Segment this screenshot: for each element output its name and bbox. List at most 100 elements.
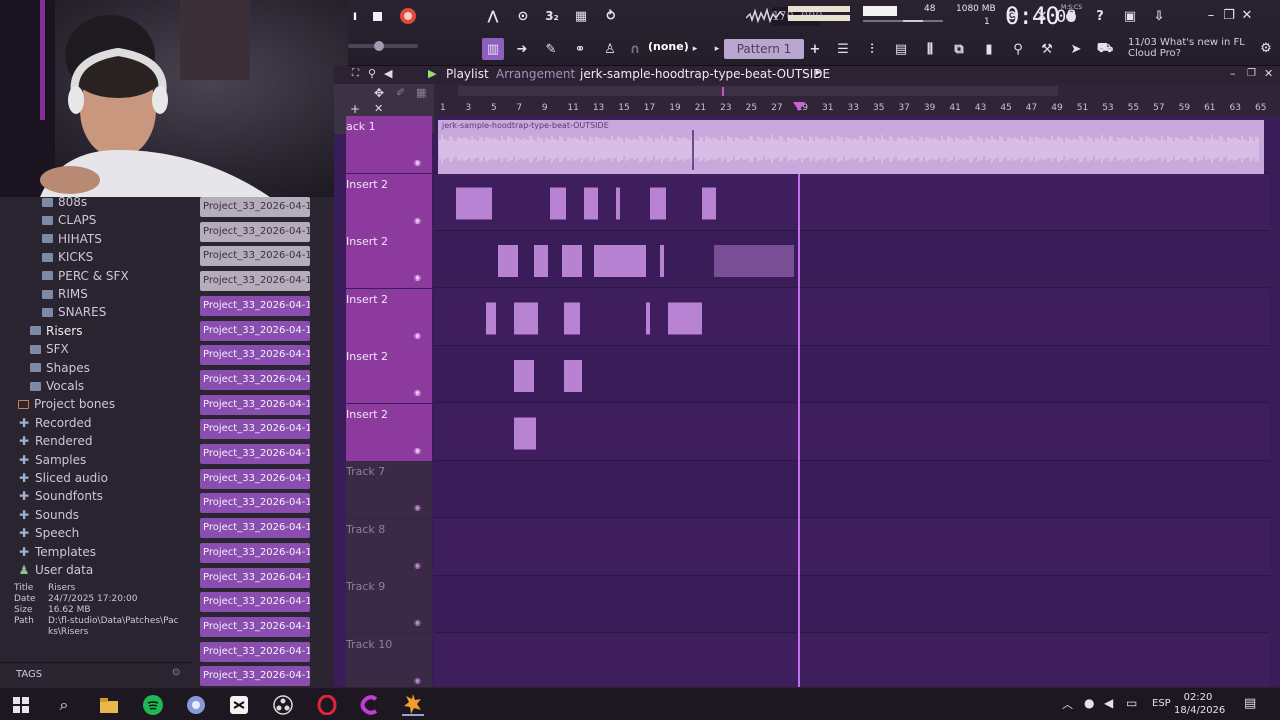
sample-clip[interactable] <box>550 187 566 220</box>
track-select-icon[interactable]: ◉ <box>414 216 421 225</box>
countdown-icon[interactable]: 3₂ <box>540 6 564 26</box>
browser-icon[interactable]: ⧉ <box>948 38 970 60</box>
tools-icon[interactable]: ✕ <box>1032 6 1052 26</box>
export-icon[interactable]: ⇩ <box>1149 6 1169 26</box>
play-icon[interactable]: ▶ <box>428 67 436 80</box>
recent-file-item[interactable]: Project_33_2026-04-18... <box>200 320 310 341</box>
browser-item[interactable]: ✚ Sliced audio <box>18 471 108 485</box>
playlist-restore-icon[interactable]: ❐ <box>1247 68 1256 79</box>
browser-item[interactable]: RIMS <box>42 287 88 301</box>
windows-start-icon[interactable] <box>10 694 32 716</box>
browser-item[interactable]: Project bones <box>18 397 115 411</box>
master-pitch-slider[interactable] <box>348 41 418 51</box>
tray-mic-icon[interactable]: ● <box>1084 696 1094 710</box>
recent-file-item[interactable]: Project_33_2026-04-18... <box>200 518 310 539</box>
grid-tool-icon[interactable]: ▦ <box>416 86 426 99</box>
track-header[interactable]: Insert 2 ◉ <box>346 288 432 346</box>
browser-item[interactable]: ✚ Samples <box>18 453 86 467</box>
save-icon[interactable]: ▣ <box>1120 6 1140 26</box>
sample-clip[interactable] <box>594 245 646 277</box>
browser-item[interactable]: ✚ Templates <box>18 545 96 559</box>
microphone-icon[interactable]: ● <box>1061 6 1081 26</box>
browser-item[interactable]: ✚ Rendered <box>18 434 93 448</box>
track-select-icon[interactable]: ◉ <box>414 158 421 167</box>
sample-clip[interactable] <box>714 245 794 277</box>
track-select-icon[interactable]: ◉ <box>414 676 421 685</box>
tags-bar[interactable]: TAGS ⊙ <box>0 662 192 687</box>
spotify-icon[interactable] <box>142 694 164 716</box>
sample-clip[interactable] <box>514 302 538 335</box>
track-header[interactable]: Insert 2 ◉ <box>346 403 432 461</box>
stop-button[interactable] <box>368 8 386 24</box>
track-header[interactable]: Insert 2 ◉ <box>346 231 432 288</box>
track-select-icon[interactable]: ◉ <box>414 561 421 570</box>
sample-clip[interactable] <box>562 245 582 277</box>
recent-file-item[interactable]: Project_33_2026-04-18... <box>200 345 310 366</box>
recent-file-item[interactable]: Project_33_2026-04-18... <box>200 369 310 390</box>
file-explorer-icon[interactable] <box>98 694 120 716</box>
playlist-lanes[interactable]: jerk-sample-hoodtrap-type-beat-OUTSIDE <box>434 116 1280 691</box>
timeline-ruler[interactable]: 1 3 5 7 9 11 13 15 17 19 21 23 25 27 29 31 33 35 37 39 41 43 4… <box>434 84 1280 116</box>
stamp-icon[interactable]: ♙ <box>599 38 621 60</box>
browser-item[interactable]: ♟ User data <box>18 563 94 577</box>
browser-item[interactable]: PERC & SFX <box>42 269 129 283</box>
track-header[interactable]: Track 7 ◉ <box>346 461 432 518</box>
track-header[interactable]: Insert 2 ◉ <box>346 173 432 231</box>
track-select-icon[interactable]: ◉ <box>414 388 421 397</box>
record-button[interactable] <box>398 6 418 26</box>
restore-icon[interactable]: ❐ <box>1222 8 1236 23</box>
browser-item[interactable]: Vocals <box>30 379 84 393</box>
browser-item[interactable]: KICKS <box>42 250 93 264</box>
recent-file-item[interactable]: Project_33_2026-04-18... <box>200 493 310 514</box>
cc-app-icon[interactable] <box>359 694 381 716</box>
tray-language[interactable]: ESP <box>1152 698 1171 709</box>
minimize-icon[interactable]: – <box>1204 8 1218 23</box>
link-icon[interactable]: ⚭ <box>569 38 591 60</box>
opera-icon[interactable] <box>316 694 338 716</box>
recent-file-item[interactable]: Project_33_2026-04-18... <box>200 271 310 292</box>
track-header[interactable]: Track 10 ◉ <box>346 633 432 691</box>
mixer-icon[interactable]: ⫼ <box>919 38 941 60</box>
browser-item[interactable]: Shapes <box>30 361 90 375</box>
playlist-icon[interactable]: ☰ <box>832 38 854 60</box>
search-icon[interactable]: ⌕ <box>53 694 75 716</box>
browser-item[interactable]: ✚ Recorded <box>18 416 92 430</box>
browser-item[interactable]: CLAPS <box>42 213 96 227</box>
tray-clock[interactable]: 02:20 18/4/2026 <box>1174 691 1225 717</box>
recent-file-item[interactable]: Project_33_2026-04-18... <box>200 542 310 563</box>
track-select-icon[interactable]: ◉ <box>414 273 421 282</box>
zoom-icon[interactable]: ⚲ <box>368 67 376 80</box>
browser-item[interactable]: SNARES <box>42 305 106 319</box>
metronome-icon[interactable]: ⋀ <box>482 6 504 26</box>
pencil-icon[interactable]: ✎ <box>540 38 562 60</box>
speaker-icon[interactable]: ◀ <box>384 67 392 80</box>
tray-volume-icon[interactable]: ◀ <box>1104 696 1113 710</box>
browser-item[interactable]: SFX <box>30 342 69 356</box>
wait-input-icon[interactable]: ⊙ <box>510 6 536 26</box>
step-edit-icon[interactable]: ▦ <box>570 6 592 26</box>
tray-chevron-icon[interactable]: ︿ <box>1062 696 1073 712</box>
recent-file-item[interactable]: Project_33_2026-04-18... <box>200 468 310 489</box>
capcut-icon[interactable] <box>228 694 250 716</box>
recent-file-item[interactable]: Project_33_2026-04-18... <box>200 567 310 588</box>
recent-file-item[interactable]: Project_33_2026-04-18... <box>200 246 310 267</box>
plugin-icon[interactable]: ⚲ <box>1007 38 1029 60</box>
refresh-icon[interactable]: ⟳ <box>1003 6 1023 26</box>
recent-file-item[interactable]: Project_33_2026-04-18... <box>200 666 310 687</box>
browser-item[interactable]: ✚ Soundfonts <box>18 489 103 503</box>
tuning-icon[interactable]: ⚒ <box>1036 38 1058 60</box>
snap-tool-icon[interactable]: ✥ <box>374 86 384 100</box>
sample-clip[interactable] <box>514 417 536 450</box>
browser-item[interactable]: 808s <box>42 195 87 209</box>
sample-clip[interactable] <box>514 360 534 392</box>
recent-file-item[interactable]: Project_33_2026-04-18... <box>200 419 310 440</box>
clips-layer[interactable]: jerk-sample-hoodtrap-type-beat-OUTSIDE <box>434 116 1270 687</box>
track-select-icon[interactable]: ◉ <box>414 618 421 627</box>
tray-network-icon[interactable]: ▭ <box>1126 696 1137 710</box>
recent-file-item[interactable]: Project_33_2026-04-18... <box>200 197 310 217</box>
track-select-icon[interactable]: ◉ <box>414 503 421 512</box>
sample-clip[interactable] <box>486 302 496 335</box>
magnet-icon[interactable]: ∩ <box>628 40 642 58</box>
sample-clip[interactable] <box>668 302 702 335</box>
sample-clip[interactable] <box>498 245 518 277</box>
